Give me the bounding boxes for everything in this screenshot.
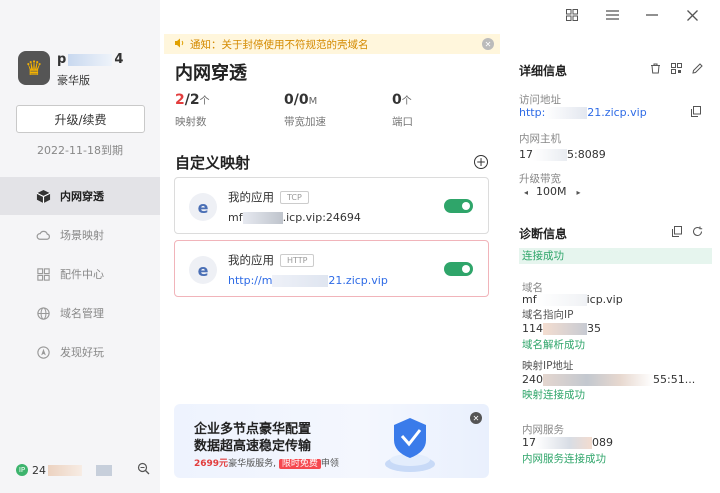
redacted-block [48, 464, 82, 476]
bandwidth-stepper[interactable]: ◂ 100M ▸ [524, 185, 581, 198]
mapping-name: 我的应用 HTTP [228, 252, 315, 268]
zoom-icon[interactable] [137, 462, 150, 478]
sidebar-item-label: 场景映射 [60, 229, 104, 242]
page-title: 内网穿透 [175, 63, 247, 84]
trash-icon[interactable] [650, 63, 661, 77]
ip-text: 24 [32, 463, 46, 477]
app-e-icon: e [189, 256, 217, 284]
mapping-address[interactable]: mf .icp.vip:24694 [228, 211, 361, 224]
domain-ip-value: 114 35 [522, 322, 601, 335]
chevron-left-icon: ◂ [524, 188, 529, 197]
username: p4 [57, 52, 124, 67]
access-address[interactable]: http: 21.zicp.vip [519, 106, 647, 119]
mapping-card[interactable]: e 我的应用 HTTP http://m 21.zicp.vip [174, 240, 489, 297]
edition-label: 豪华版 [57, 74, 90, 87]
sidebar-item-scene[interactable]: 场景映射 [0, 216, 160, 254]
sidebar-item-tunnel[interactable]: 内网穿透 [0, 177, 160, 215]
diagnosis-title: 诊断信息 [519, 227, 568, 241]
notice-bar[interactable]: 通知：关于封停使用不符规范的壳域名 ✕ [164, 34, 500, 54]
shield-graphic [382, 412, 438, 474]
speaker-icon [174, 38, 185, 51]
ip-icon: IP [16, 464, 28, 476]
window-controls [552, 6, 712, 24]
close-icon[interactable]: ✕ [482, 38, 494, 50]
stat-bandwidth: 0/0M 带宽加速 [284, 92, 326, 128]
enable-toggle[interactable] [444, 262, 473, 276]
redacted-block [68, 53, 113, 66]
avatar[interactable]: ♛ [18, 51, 50, 85]
mapping-address[interactable]: http://m 21.zicp.vip [228, 274, 388, 287]
right-panel: 详细信息 访问地址 http: 21.zicp.vip 内网主机 17 5:8089… [510, 30, 720, 493]
map-ip-value: 240 55:51... [522, 373, 696, 386]
stat-mappings: 2/2个 映射数 [175, 92, 210, 128]
grid-icon[interactable] [552, 6, 592, 24]
copy-icon[interactable] [672, 226, 682, 240]
menu-icon[interactable] [592, 6, 632, 24]
copy-icon[interactable] [691, 106, 701, 120]
protocol-tag: HTTP [280, 254, 315, 267]
apps-icon [35, 266, 51, 282]
sidebar-footer: IP 24 [16, 461, 150, 479]
qrcode-icon[interactable] [671, 63, 682, 77]
protocol-tag: TCP [280, 191, 309, 204]
sidebar: ♛ p4 豪华版 升级/续费 2022-11-18到期 内网穿透 场景映射 配件… [0, 0, 160, 493]
enable-toggle[interactable] [444, 199, 473, 213]
detail-toolbar [650, 63, 703, 77]
stat-ports: 0个 端口 [392, 92, 413, 128]
sidebar-item-label: 域名管理 [60, 307, 104, 320]
notice-text: 通知：关于封停使用不符规范的壳域名 [190, 38, 369, 51]
sidebar-item-domain[interactable]: 域名管理 [0, 294, 160, 332]
mapping-name: 我的应用 TCP [228, 189, 309, 205]
lan-service-value: 17 089 [522, 436, 613, 449]
sidebar-item-label: 配件中心 [60, 268, 104, 281]
add-mapping-button[interactable]: + [474, 155, 488, 169]
app-e-icon: e [189, 193, 217, 221]
sidebar-item-label: 内网穿透 [60, 190, 104, 203]
sidebar-nav: 内网穿透 场景映射 配件中心 域名管理 发现好玩 [0, 177, 160, 372]
domain-value: mf icp.vip [522, 293, 623, 306]
minimize-icon[interactable] [632, 6, 672, 24]
sidebar-item-discover[interactable]: 发现好玩 [0, 333, 160, 371]
mapping-card[interactable]: e 我的应用 TCP mf .icp.vip:24694 [174, 177, 489, 234]
cloud-icon [35, 227, 51, 243]
redacted-block [242, 212, 283, 224]
close-icon[interactable] [672, 6, 712, 24]
compass-icon [35, 344, 51, 360]
globe-icon [35, 305, 51, 321]
status-connected: 连接成功 [519, 248, 712, 264]
close-icon[interactable]: ✕ [470, 412, 482, 424]
expire-date: 2022-11-18到期 [37, 144, 123, 157]
detail-title: 详细信息 [519, 64, 568, 78]
app-window: ♛ p4 豪华版 升级/续费 2022-11-18到期 内网穿透 场景映射 配件… [0, 0, 720, 493]
redacted-block [272, 275, 329, 287]
section-title: 自定义映射 [175, 154, 251, 172]
edit-icon[interactable] [692, 63, 703, 77]
chevron-right-icon: ▸ [576, 188, 581, 197]
diagnosis-toolbar [672, 226, 703, 240]
refresh-icon[interactable] [692, 226, 703, 240]
cube-icon [35, 188, 51, 204]
upgrade-button[interactable]: 升级/续费 [16, 105, 145, 133]
redacted-block [96, 464, 112, 476]
lan-host: 17 5:8089 [519, 148, 606, 161]
promo-banner[interactable]: 企业多节点豪华配置 数据超高速稳定传输 2699元豪华版服务, 限时免费 申领 ✕ [174, 404, 489, 478]
sidebar-item-plugins[interactable]: 配件中心 [0, 255, 160, 293]
sidebar-item-label: 发现好玩 [60, 346, 104, 359]
